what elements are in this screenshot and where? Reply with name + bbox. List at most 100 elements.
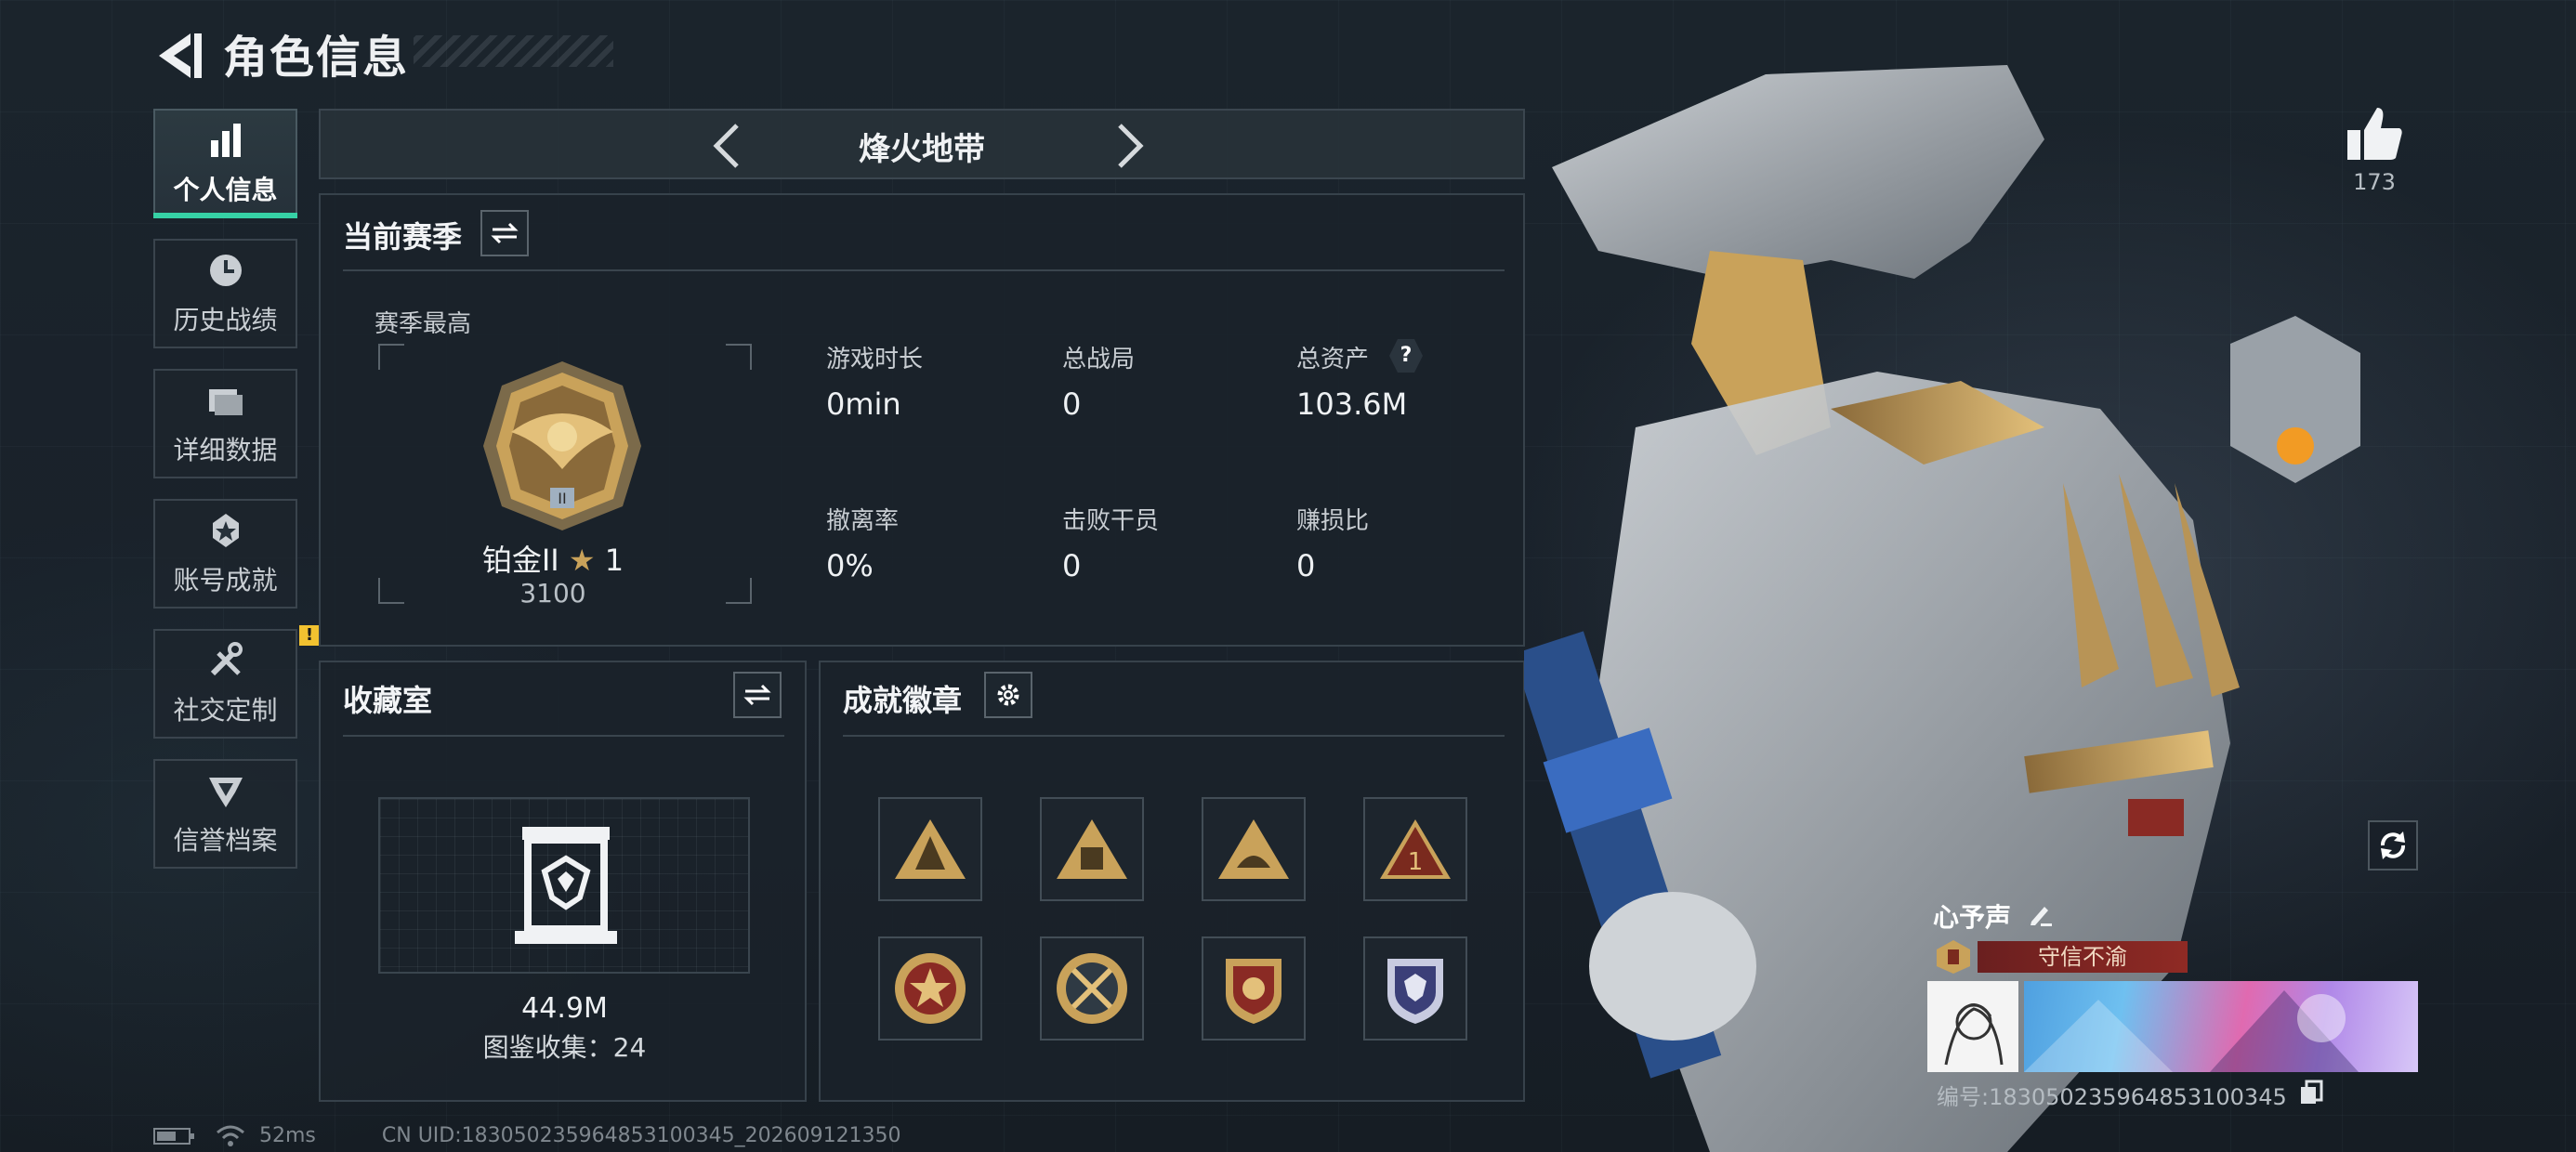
shield-badge-icon xyxy=(1226,959,1281,1024)
badges-settings-button[interactable] xyxy=(984,672,1032,718)
nav-detail-data[interactable]: 详细数据 xyxy=(153,369,297,478)
swap-icon xyxy=(743,684,771,706)
svg-text:II: II xyxy=(558,490,566,507)
player-name: 心予声 xyxy=(1933,902,2012,933)
achievement-badge[interactable] xyxy=(1363,936,1467,1041)
showcase-icon xyxy=(515,827,617,944)
triangle-badge-icon xyxy=(1218,819,1289,879)
history-clock-icon xyxy=(209,255,242,286)
credit-shield-icon xyxy=(208,778,243,807)
rank-score: 3100 xyxy=(519,578,586,609)
collection-switch-button[interactable] xyxy=(733,672,782,718)
round-badge-icon xyxy=(895,953,966,1024)
frame-corner xyxy=(378,344,404,370)
nav-personal-info[interactable]: 个人信息 xyxy=(153,109,297,218)
nav-history[interactable]: 历史战绩 xyxy=(153,239,297,348)
rank-line: 铂金II ★ 1 xyxy=(321,537,785,580)
back-icon[interactable] xyxy=(153,28,209,84)
rank-name: 铂金II xyxy=(481,543,559,578)
achievement-badge[interactable] xyxy=(878,936,982,1041)
refresh-button[interactable] xyxy=(2368,820,2418,871)
profile-card: 心予声 守信不渝 编号:18305023596485310034​5 xyxy=(1925,890,2418,1110)
bar-chart-icon xyxy=(210,124,241,157)
collection-display[interactable] xyxy=(378,797,750,974)
gear-icon xyxy=(997,684,1019,706)
stat-label: 赚损比 xyxy=(1296,507,1370,535)
collection-panel: 收藏室 44.9M 图鉴收集：24 xyxy=(319,661,807,1102)
season-panel: 当前赛季 赛季最高 II 铂金II ★ 1 3100 游戏时长 0min 总战局… xyxy=(319,193,1525,647)
player-id: 编号:18305023596485310034​5 xyxy=(1937,1079,2287,1111)
stat-value: 103.6M xyxy=(1296,386,1408,422)
mode-selector: 烽火地带 xyxy=(319,109,1525,179)
title-tag: 守信不渝 xyxy=(1978,941,2188,973)
thumbs-up-icon[interactable] xyxy=(2342,102,2407,167)
collection-value: 44.9M xyxy=(521,992,608,1025)
edit-icon[interactable] xyxy=(2028,901,2054,927)
refresh-icon xyxy=(2381,831,2405,859)
profile-banner[interactable] xyxy=(2024,981,2418,1072)
rank-stars: 1 xyxy=(604,543,624,578)
stat-label: 游戏时长 xyxy=(826,346,924,373)
achievement-badge[interactable] xyxy=(1040,797,1144,901)
player-id-text: 编号:18305023596485310034​5 xyxy=(1937,1084,2287,1110)
nav-social-custom[interactable]: 社交定制 ! xyxy=(153,625,320,739)
nav-label: 个人信息 xyxy=(173,175,278,205)
wifi-icon xyxy=(217,1125,244,1146)
stat-label: 撤离率 xyxy=(826,507,900,535)
title-decoration xyxy=(414,35,613,67)
next-arrow-icon[interactable] xyxy=(1101,118,1157,174)
season-best-label: 赛季最高 xyxy=(375,310,472,338)
stat-value: 0 xyxy=(1062,386,1082,422)
badges-panel: 成就徽章 1 xyxy=(819,661,1525,1102)
swap-icon xyxy=(491,222,519,244)
stat-label: 总资产 xyxy=(1296,346,1370,373)
triangle-badge-icon xyxy=(895,819,966,879)
rank-emblem-icon: II xyxy=(483,361,641,530)
star-icon: ★ xyxy=(568,543,596,578)
svg-text:1: 1 xyxy=(1408,848,1424,876)
folder-icon xyxy=(208,389,243,415)
collection-count: 图鉴收集：24 xyxy=(482,1032,647,1063)
nav-label: 历史战绩 xyxy=(173,305,278,335)
divider xyxy=(843,735,1505,737)
achievement-badge[interactable] xyxy=(878,797,982,901)
achievement-badge[interactable] xyxy=(1040,936,1144,1041)
copy-icon[interactable] xyxy=(2299,1080,2323,1106)
help-button[interactable]: ? xyxy=(1389,339,1423,373)
frame-corner xyxy=(726,344,752,370)
season-title: 当前赛季 xyxy=(343,219,463,255)
uid-text: CN UID:183050235964853100345_20260912135… xyxy=(381,1124,901,1147)
achievement-icon xyxy=(212,514,239,547)
stat-value: 0 xyxy=(1062,548,1082,583)
battery-icon xyxy=(153,1128,194,1145)
round-badge-icon xyxy=(1057,953,1127,1024)
collection-title: 收藏室 xyxy=(343,683,433,718)
mode-title: 烽火地带 xyxy=(859,131,985,168)
nav-credit-record[interactable]: 信誉档案 xyxy=(153,759,297,869)
stat-label: 击败干员 xyxy=(1062,507,1160,535)
like-count: 173 xyxy=(2353,169,2396,195)
banner-artwork-icon xyxy=(2024,990,2359,1072)
achievement-badge[interactable] xyxy=(1202,797,1306,901)
divider xyxy=(343,269,1505,271)
season-switch-button[interactable] xyxy=(480,210,529,256)
status-bar: 52ms CN UID:183050235964853100345_202609… xyxy=(153,1124,901,1147)
title-emblem-icon xyxy=(1937,940,1970,974)
tools-icon xyxy=(210,642,243,676)
warning-badge: ! xyxy=(299,625,320,646)
achievement-badge[interactable]: 1 xyxy=(1363,797,1467,901)
page-title: 角色信息 xyxy=(223,32,410,84)
achievement-badge[interactable] xyxy=(1202,936,1306,1041)
latency: 52ms xyxy=(259,1124,316,1147)
nav-label: 账号成就 xyxy=(173,565,278,596)
badges-title: 成就徽章 xyxy=(843,683,963,718)
nav-label: 信誉档案 xyxy=(173,825,278,856)
stat-label: 总战局 xyxy=(1062,346,1136,373)
avatar[interactable] xyxy=(1927,981,2018,1072)
triangle-badge-icon xyxy=(1057,819,1127,879)
nav-label: 社交定制 xyxy=(173,695,278,726)
nav-label: 详细数据 xyxy=(173,435,278,465)
nav-achievements[interactable]: 账号成就 xyxy=(153,499,297,609)
avatar-sketch-icon xyxy=(1944,1003,2004,1066)
stat-value: 0 xyxy=(1296,548,1316,583)
